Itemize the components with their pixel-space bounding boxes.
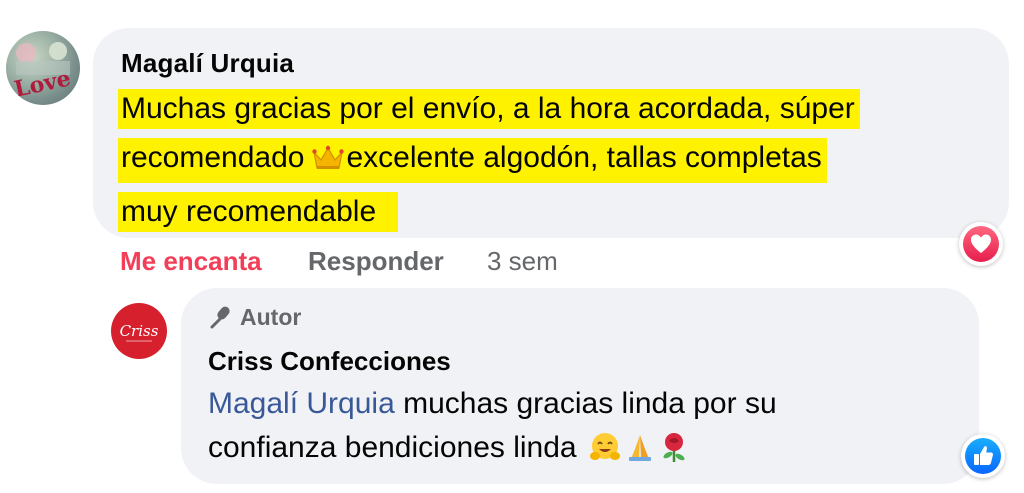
avatar[interactable]: Criss [111, 303, 167, 359]
reply-text-line: confianza bendiciones linda [208, 431, 577, 464]
comment-timestamp[interactable]: 3 sem [487, 246, 558, 277]
reply-text: Magalí Urquia muchas gracias linda por s… [208, 382, 777, 476]
mention-link[interactable]: Magalí Urquia [208, 387, 395, 420]
folded-hands-emoji-icon [625, 431, 655, 476]
rose-emoji-icon [659, 431, 689, 476]
comment-line: recomendado excelente algodón, tallas com… [118, 138, 827, 183]
love-reaction-button[interactable]: Me encanta [120, 246, 262, 277]
comment-text: Muchas gracias por el envío, a la hora a… [118, 86, 860, 238]
reply-text-line: muchas gracias linda por su [403, 387, 777, 420]
like-reaction-icon[interactable] [961, 434, 1005, 478]
comment-line: Muchas gracias por el envío, a la hora a… [118, 89, 860, 129]
reply-author[interactable]: Criss Confecciones [208, 346, 451, 377]
love-reaction-icon[interactable] [959, 222, 1003, 266]
microphone-icon [208, 305, 234, 335]
smiling-face-with-open-hands-emoji-icon [589, 431, 621, 476]
reply-button[interactable]: Responder [308, 246, 444, 277]
avatar[interactable]: Love [6, 31, 80, 105]
author-badge: Autor [208, 304, 301, 335]
svg-text:Criss: Criss [120, 322, 159, 340]
comment-line: muy recomendable [118, 192, 399, 232]
comment-author[interactable]: Magalí Urquia [121, 48, 294, 79]
crown-emoji-icon [312, 143, 345, 183]
